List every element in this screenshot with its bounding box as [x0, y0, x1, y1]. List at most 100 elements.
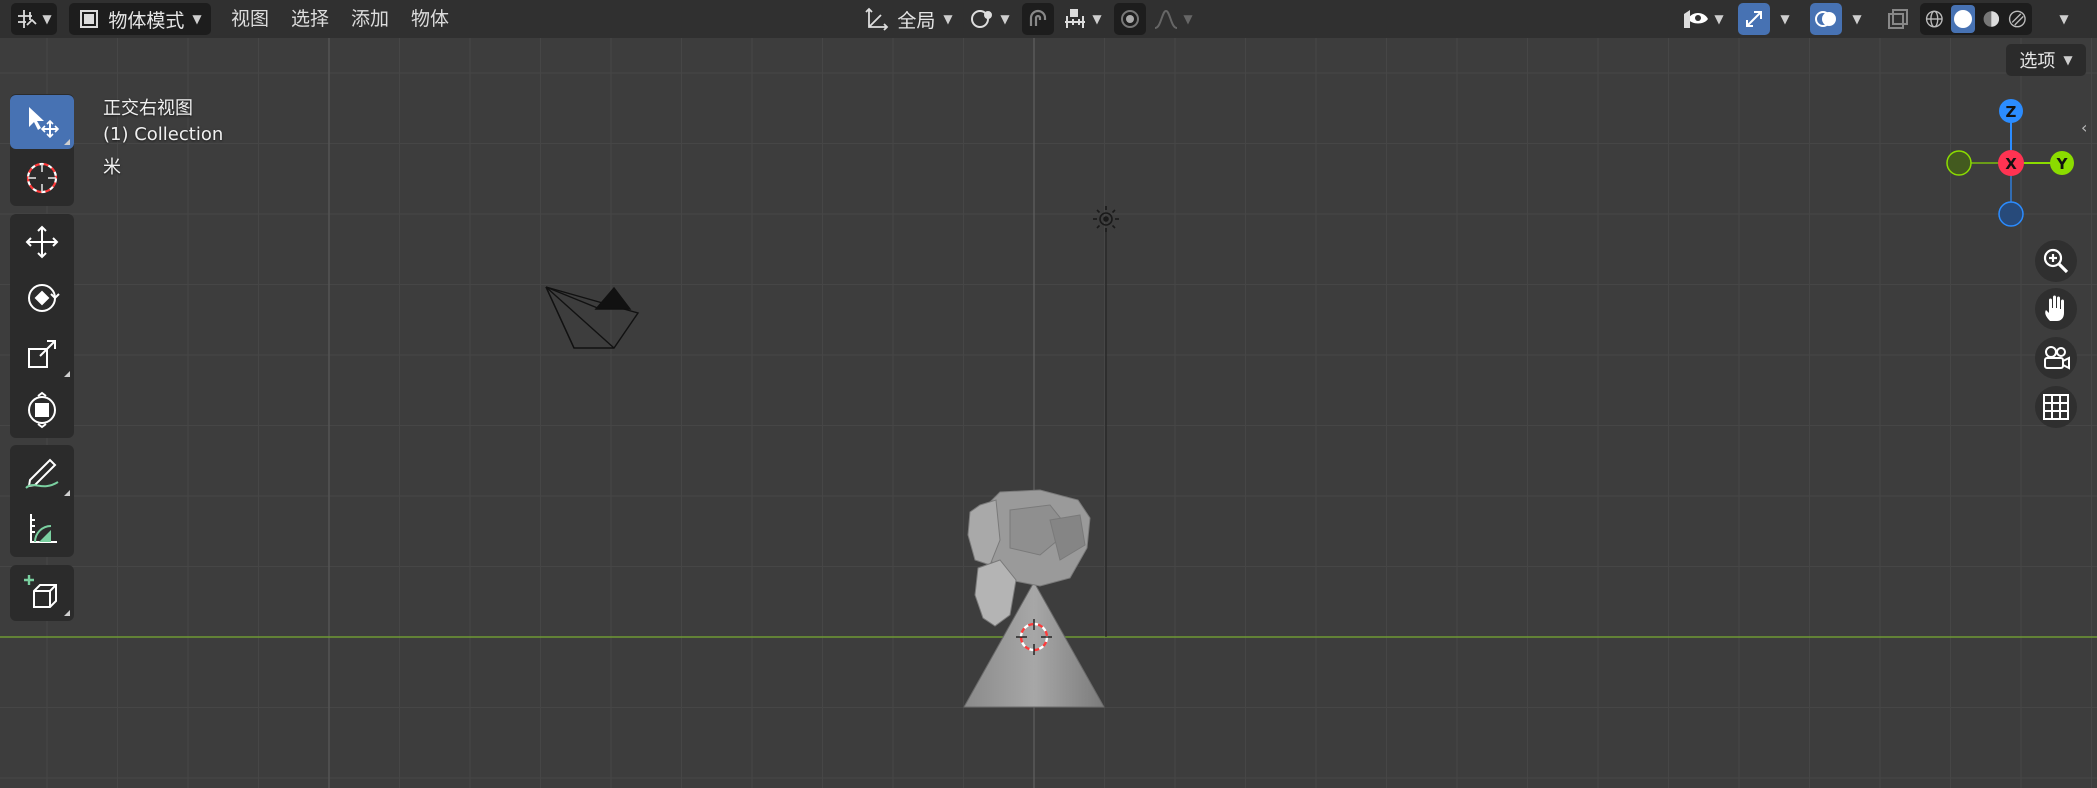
toolbar-group-select — [10, 94, 74, 206]
tool-submenu-indicator — [64, 139, 70, 145]
zoom-icon — [2043, 248, 2069, 274]
menu-object[interactable]: 物体 — [411, 6, 449, 32]
wireframe-shading-icon[interactable] — [1924, 7, 1945, 31]
chevron-down-icon: ▼ — [1780, 12, 1790, 26]
cursor-icon — [26, 162, 58, 194]
scale-icon — [28, 340, 56, 368]
toolbar-group-annotate — [10, 445, 74, 557]
proportional-edit-icon — [1121, 10, 1139, 28]
transform-orientation-icon — [865, 7, 889, 31]
chevron-down-icon: ▼ — [42, 12, 52, 26]
add-cube-tool[interactable] — [10, 566, 74, 620]
falloff-icon — [1155, 9, 1178, 29]
gizmo-dropdown[interactable]: ▼ — [1774, 3, 1796, 35]
shading-dropdown[interactable]: ▼ — [2052, 3, 2076, 35]
transform-orientation-label: 全局 — [897, 9, 936, 32]
viewport-header: ▼ 物体模式 ▼ 视图 选择 添加 物体 全局 ▼ ▼ ▼ ▼ ▼ ▼ ▼ ▼ — [0, 0, 2097, 38]
pivot-icon — [971, 10, 993, 28]
transform-tool[interactable] — [10, 383, 74, 437]
xray-icon — [1888, 9, 1908, 29]
annotate-icon — [25, 458, 59, 489]
add-cube-icon — [24, 575, 57, 608]
object-mode-label: 物体模式 — [108, 9, 185, 32]
ortho-grid-icon — [2043, 394, 2069, 420]
visibility-eye-icon — [1684, 10, 1709, 28]
overlay-toggle-icon — [1815, 11, 1836, 27]
rendered-shading-icon[interactable] — [2007, 7, 2028, 31]
view-name-label: 正交右视图 — [103, 98, 193, 119]
toolbar-group-add — [10, 565, 74, 621]
annotate-tool[interactable] — [10, 446, 74, 500]
chevron-down-icon: ▼ — [1092, 12, 1102, 26]
menu-select[interactable]: 选择 — [291, 6, 329, 32]
chevron-down-icon: ▼ — [192, 12, 202, 26]
camera-object-icon[interactable] — [545, 286, 640, 349]
rotate-tool[interactable] — [10, 271, 74, 325]
visibility-dropdown[interactable]: ▼ — [1680, 3, 1726, 35]
navigation-gizmo[interactable]: Z X Y — [1940, 92, 2090, 232]
chevron-down-icon: ▼ — [1000, 12, 1010, 26]
tool-submenu-indicator — [64, 610, 70, 616]
snap-magnet-icon — [1029, 9, 1047, 26]
camera-view-button[interactable] — [2035, 337, 2077, 379]
solid-shading-button[interactable] — [1950, 5, 1975, 33]
gizmo-neg-y-handle[interactable] — [1946, 150, 1972, 176]
pan-button[interactable] — [2035, 288, 2077, 330]
chevron-down-icon: ▼ — [2063, 53, 2073, 67]
object-mode-icon — [80, 10, 99, 28]
select-box-icon — [29, 107, 60, 139]
ortho-toggle-button[interactable] — [2035, 386, 2077, 428]
measure-icon — [30, 514, 57, 543]
menu-add[interactable]: 添加 — [351, 6, 389, 32]
chevron-down-icon: ▼ — [1714, 12, 1724, 26]
pivot-point-dropdown[interactable]: ▼ — [966, 3, 1014, 35]
gizmo-y-label: Y — [2056, 155, 2069, 173]
toolbar-group-transform — [10, 214, 74, 438]
3d-viewport[interactable]: 正交右视图 (1) Collection 米 选项 ▼ ‹ Z X Y — [0, 0, 2097, 788]
gizmo-toggle-icon — [1746, 11, 1762, 27]
transform-icon — [28, 391, 56, 429]
move-icon — [25, 225, 59, 259]
material-shading-icon[interactable] — [1981, 7, 2002, 31]
gizmo-x-label: X — [2005, 155, 2017, 173]
xray-toggle[interactable] — [1882, 3, 1914, 35]
unit-label: 米 — [103, 157, 121, 178]
zoom-button[interactable] — [2035, 240, 2077, 282]
snap-increment-icon — [1065, 9, 1086, 28]
cursor-tool[interactable] — [10, 151, 74, 205]
chevron-down-icon: ▼ — [943, 12, 953, 26]
sun-light-icon[interactable] — [1093, 206, 1119, 232]
options-dropdown[interactable]: 选项 ▼ — [2006, 44, 2086, 76]
menu-view[interactable]: 视图 — [231, 6, 269, 32]
proportional-edit-toggle[interactable] — [1114, 3, 1146, 35]
select-box-tool[interactable] — [10, 95, 74, 149]
options-label: 选项 — [2019, 51, 2056, 72]
shading-mode-group — [1920, 3, 2032, 35]
snap-target-dropdown[interactable]: ▼ — [1058, 3, 1106, 35]
object-mode-dropdown[interactable]: 物体模式 ▼ — [69, 3, 211, 35]
falloff-dropdown[interactable]: ▼ — [1150, 3, 1196, 35]
editor-type-icon — [18, 10, 38, 28]
chevron-down-icon: ▼ — [2059, 12, 2069, 26]
snap-toggle[interactable] — [1022, 3, 1054, 35]
gizmo-toggle[interactable] — [1738, 3, 1770, 35]
move-tool[interactable] — [10, 215, 74, 269]
camera-view-icon — [2044, 346, 2070, 370]
overlay-dropdown[interactable]: ▼ — [1846, 3, 1868, 35]
tool-submenu-indicator — [64, 490, 70, 496]
collection-label: (1) Collection — [103, 124, 224, 145]
transform-orientation-dropdown[interactable]: 全局 ▼ — [860, 3, 956, 35]
rotate-icon — [28, 284, 60, 312]
gizmo-z-label: Z — [2006, 103, 2017, 121]
overlay-toggle[interactable] — [1810, 3, 1842, 35]
scale-tool[interactable] — [10, 327, 74, 381]
pan-hand-icon — [2045, 295, 2064, 321]
chevron-down-icon: ▼ — [1852, 12, 1862, 26]
viewport-grid — [0, 38, 2097, 788]
gizmo-neg-z-handle[interactable] — [1998, 201, 2024, 227]
measure-tool[interactable] — [10, 502, 74, 556]
solid-shading-icon — [1953, 10, 1972, 28]
chevron-down-icon: ▼ — [1183, 12, 1193, 26]
tool-submenu-indicator — [64, 371, 70, 377]
editor-type-button[interactable]: ▼ — [11, 3, 57, 35]
